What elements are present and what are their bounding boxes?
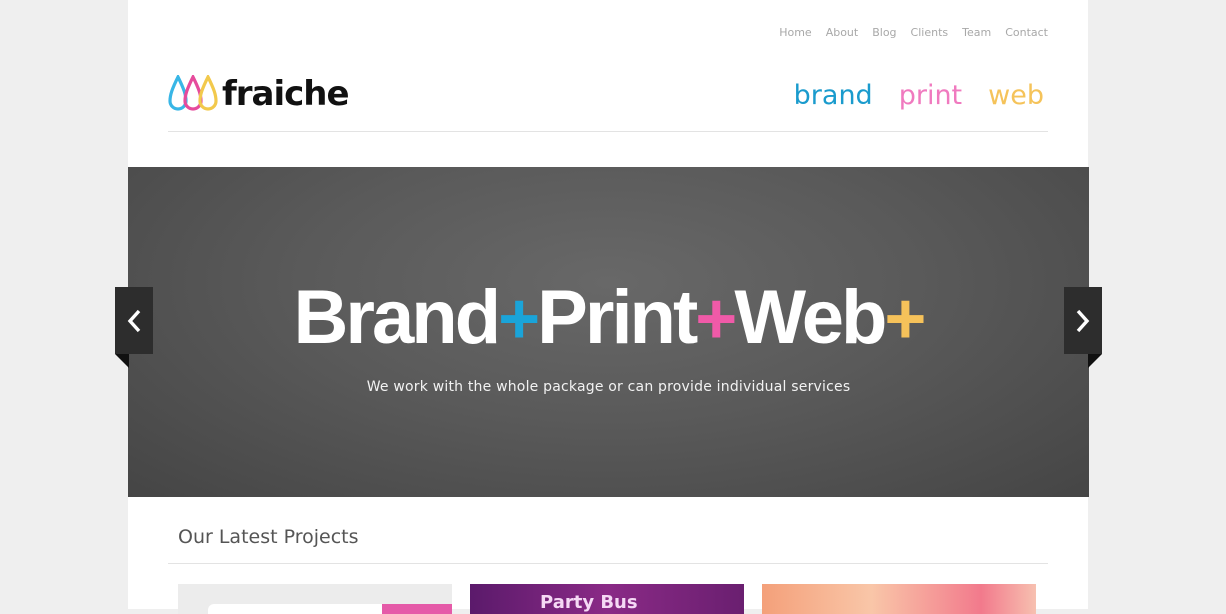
hero-subtitle: We work with the whole package or can pr… — [366, 379, 851, 395]
service-navigation: brand print web — [794, 80, 1044, 111]
nav-clients[interactable]: Clients — [911, 26, 949, 39]
site-logo[interactable]: fraiche — [168, 72, 350, 116]
project-thumbnail[interactable]: Party Bus — [470, 584, 744, 614]
hero-title: Brand+Print+Web+ — [128, 273, 1089, 364]
top-navigation: Home About Blog Clients Team Contact — [779, 26, 1048, 39]
service-brand-link[interactable]: brand — [794, 80, 873, 111]
project-thumbnail[interactable] — [762, 584, 1036, 614]
nav-about[interactable]: About — [826, 26, 859, 39]
thumbnail-text: Party Bus — [540, 592, 638, 613]
thumbnail-panel — [208, 604, 388, 614]
chevron-right-icon — [1076, 309, 1090, 332]
nav-blog[interactable]: Blog — [872, 26, 896, 39]
plus-sign: + — [498, 279, 540, 359]
nav-team[interactable]: Team — [962, 26, 991, 39]
logo-text: fraiche — [222, 74, 350, 114]
nav-contact[interactable]: Contact — [1005, 26, 1048, 39]
projects-divider — [168, 563, 1048, 564]
ink-drops-icon — [168, 75, 218, 111]
slider-fold-left — [115, 354, 129, 368]
project-thumbnail[interactable] — [178, 584, 452, 614]
hero-word-brand: Brand — [293, 275, 502, 360]
slider-fold-right — [1088, 354, 1102, 368]
slider-prev-button[interactable] — [115, 287, 153, 354]
header-divider — [168, 131, 1048, 132]
thumbnail-accent — [382, 604, 452, 614]
slider-next-button[interactable] — [1064, 287, 1102, 354]
plus-sign: + — [884, 279, 926, 359]
nav-home[interactable]: Home — [779, 26, 811, 39]
chevron-left-icon — [127, 309, 141, 332]
hero-slider: Brand+Print+Web+ We work with the whole … — [128, 167, 1089, 497]
service-web-link[interactable]: web — [988, 80, 1044, 111]
plus-sign: + — [695, 279, 737, 359]
hero-word-web: Web — [734, 275, 887, 360]
projects-heading: Our Latest Projects — [178, 526, 359, 548]
hero-word-print: Print — [537, 275, 698, 360]
service-print-link[interactable]: print — [899, 80, 962, 111]
